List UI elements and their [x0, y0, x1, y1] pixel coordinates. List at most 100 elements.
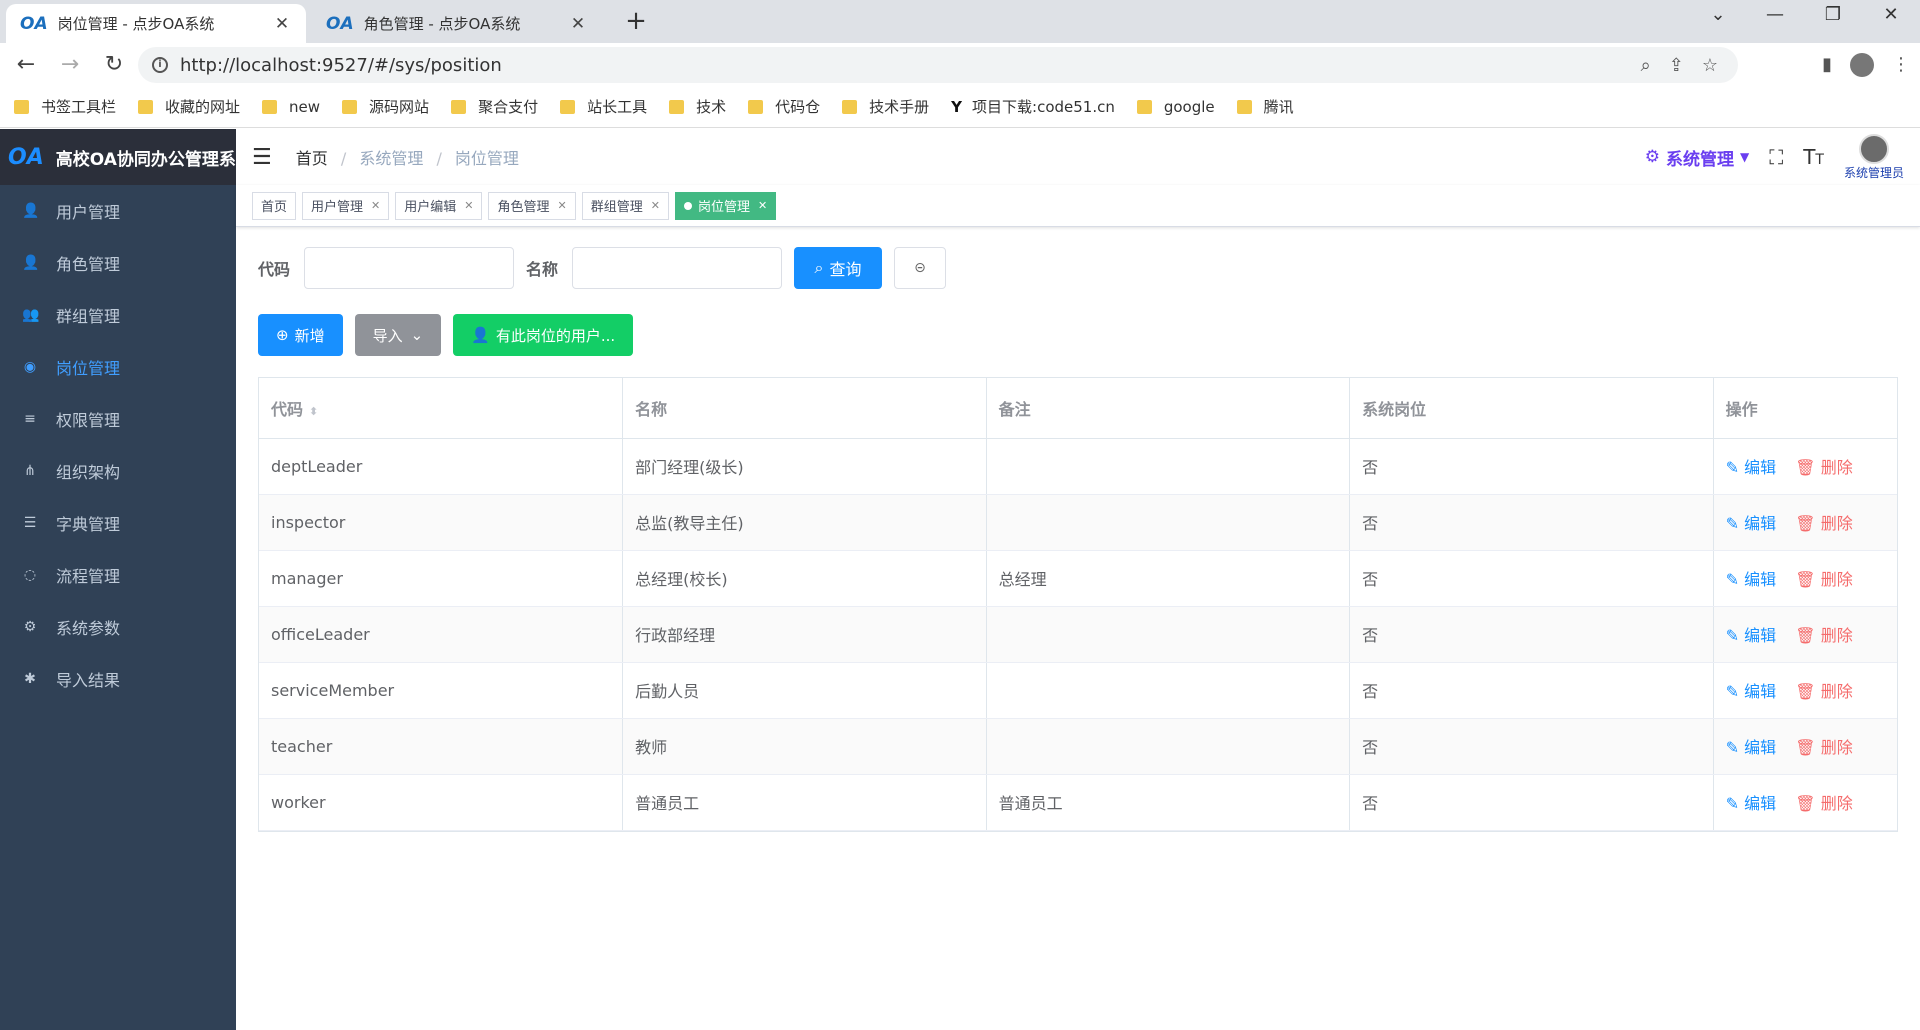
column-header-name: 名称	[622, 378, 987, 439]
tag-view-item[interactable]: 用户编辑 ✕	[395, 191, 483, 220]
bookmark-item[interactable]: 代码仓	[748, 96, 820, 117]
font-size-icon[interactable]: TT	[1803, 145, 1824, 169]
bookmark-item[interactable]: google	[1136, 98, 1215, 116]
bookmark-item[interactable]: Y 项目下载:code51.cn	[951, 96, 1115, 117]
bookmark-item[interactable]: 腾讯	[1236, 96, 1294, 117]
sidebar-item[interactable]: ⚙ 系统参数	[0, 601, 236, 653]
close-tag-icon[interactable]: ✕	[558, 199, 567, 212]
search-icon: ⌕	[814, 258, 824, 277]
delete-button[interactable]: 🗑 删除	[1795, 682, 1852, 701]
site-info-icon[interactable]: i	[152, 57, 168, 73]
close-tag-icon[interactable]: ✕	[371, 199, 380, 212]
forward-icon[interactable]: →	[52, 52, 88, 77]
close-window-button[interactable]: ✕	[1868, 4, 1914, 25]
sidebar-item[interactable]: 👤 角色管理	[0, 237, 236, 289]
app-logo[interactable]: OA 高校OA协同办公管理系统	[0, 129, 253, 185]
sidebar-item[interactable]: ☰ 字典管理	[0, 497, 236, 549]
edit-button[interactable]: ✎ 编辑	[1726, 626, 1777, 645]
edit-label: 编辑	[1744, 626, 1777, 645]
fullscreen-icon[interactable]: ⛶	[1769, 145, 1783, 169]
profile-avatar[interactable]	[1850, 52, 1874, 77]
back-icon[interactable]: ←	[8, 52, 44, 77]
close-tab-icon[interactable]: ✕	[568, 14, 588, 34]
edit-button[interactable]: ✎ 编辑	[1726, 514, 1777, 533]
position-users-button[interactable]: 👤 有此岗位的用户...	[453, 314, 634, 356]
app-root: OA 高校OA协同办公管理系统 👤 用户管理 👤 角色管理 👥 群组管理 ◉ 岗位管理 ≡ 权限管…	[0, 129, 1920, 1030]
oa-favicon-icon: OA	[326, 13, 354, 34]
delete-button[interactable]: 🗑 删除	[1795, 570, 1852, 589]
bookmark-item[interactable]: 技术	[669, 96, 726, 117]
sidebar-item[interactable]: ◌ 流程管理	[0, 549, 236, 601]
tab-search-icon[interactable]: ⌄	[1695, 4, 1741, 25]
sidebar-item[interactable]: 👥 群组管理	[0, 289, 236, 341]
sidebar-item[interactable]: 👤 用户管理	[0, 185, 236, 237]
query-button[interactable]: ⌕ 查询	[794, 247, 883, 289]
edit-button[interactable]: ✎ 编辑	[1726, 738, 1777, 757]
sidebar-item[interactable]: ◉ 岗位管理	[0, 341, 236, 393]
name-label: 名称	[526, 260, 559, 279]
more-menu-icon[interactable]: ⋮	[1892, 54, 1910, 75]
zoom-icon[interactable]: ⌕	[1641, 55, 1651, 76]
minimize-button[interactable]: —	[1752, 4, 1798, 25]
system-menu-dropdown[interactable]: ⚙ 系统管理 ▼	[1645, 145, 1749, 170]
bookmark-item[interactable]: new	[262, 98, 320, 116]
restore-button[interactable]: ❐	[1810, 4, 1856, 25]
delete-button[interactable]: 🗑 删除	[1795, 514, 1852, 533]
gear-icon: ⚙	[1644, 147, 1660, 167]
new-tab-button[interactable]: +	[622, 6, 650, 36]
edit-button[interactable]: ✎ 编辑	[1726, 794, 1777, 813]
side-panel-icon[interactable]: ▮	[1822, 54, 1832, 75]
cell-system: 否	[1349, 438, 1714, 495]
sidebar-item[interactable]: ✱ 导入结果	[0, 653, 236, 705]
tag-view-item[interactable]: 角色管理 ✕	[488, 191, 576, 220]
delete-button[interactable]: 🗑 删除	[1795, 738, 1852, 757]
bookmark-item[interactable]: 站长工具	[560, 96, 647, 117]
sidebar-item[interactable]: ≡ 权限管理	[0, 393, 236, 445]
share-icon[interactable]: ⇪	[1669, 55, 1684, 76]
browser-tab-inactive[interactable]: OA 角色管理 - 点步OA系统 ✕	[312, 4, 602, 43]
folder-icon	[842, 99, 858, 114]
bookmark-item[interactable]: 源码网站	[342, 96, 429, 117]
column-header-code[interactable]: 代码 ⬍	[259, 378, 624, 439]
code-input[interactable]	[304, 247, 515, 289]
bookmark-star-icon[interactable]: ☆	[1702, 55, 1718, 76]
delete-button[interactable]: 🗑 删除	[1795, 626, 1852, 645]
import-dropdown-button[interactable]: 导入 ⌄	[354, 314, 442, 356]
bookmark-item[interactable]: 聚合支付	[451, 96, 538, 117]
breadcrumb-home[interactable]: 首页	[296, 149, 328, 168]
address-bar[interactable]: i http://localhost:9527/#/sys/position ⌕…	[138, 47, 1738, 83]
delete-button[interactable]: 🗑 删除	[1795, 794, 1852, 813]
close-tab-icon[interactable]: ✕	[272, 14, 292, 34]
sidebar: OA 高校OA协同办公管理系统 👤 用户管理 👤 角色管理 👥 群组管理 ◉ 岗位管理 ≡ 权限管…	[0, 129, 253, 1030]
sort-icon[interactable]: ⬍	[309, 405, 318, 418]
reset-button[interactable]: ⊝	[894, 247, 947, 289]
bookmark-item[interactable]: 书签工具栏	[14, 96, 116, 117]
close-tag-icon[interactable]: ✕	[651, 199, 660, 212]
tag-view-item[interactable]: 群组管理 ✕	[581, 191, 669, 220]
role-icon: 👤	[22, 255, 40, 271]
tag-view-item[interactable]: 岗位管理 ✕	[674, 191, 777, 220]
user-dropdown[interactable]: 系统管理员	[1844, 133, 1904, 181]
tag-view-item[interactable]: 用户管理 ✕	[302, 191, 390, 220]
sidebar-item-label: 群组管理	[56, 307, 121, 326]
close-tag-icon[interactable]: ✕	[464, 199, 473, 212]
reload-icon[interactable]: ↻	[96, 52, 132, 77]
edit-button[interactable]: ✎ 编辑	[1726, 570, 1777, 589]
edit-button[interactable]: ✎ 编辑	[1726, 682, 1777, 701]
edit-button[interactable]: ✎ 编辑	[1726, 458, 1777, 477]
name-input[interactable]	[572, 247, 783, 289]
group-icon: 👥	[22, 307, 40, 323]
bookmark-item[interactable]: 收藏的网址	[138, 96, 240, 117]
bookmark-item[interactable]: 技术手册	[842, 96, 929, 117]
close-tag-icon[interactable]: ✕	[758, 199, 767, 212]
hamburger-icon[interactable]: ☰	[252, 145, 272, 170]
delete-button[interactable]: 🗑 删除	[1795, 458, 1852, 477]
navbar: ☰ 首页 / 系统管理 / 岗位管理 ⚙ 系统管理 ▼ ⛶ TT 系统管理员	[236, 129, 1920, 185]
tag-view-item[interactable]: 首页	[252, 191, 297, 220]
add-button[interactable]: ⊕ 新增	[258, 314, 343, 356]
sidebar-item[interactable]: ⋔ 组织架构	[0, 445, 236, 497]
browser-tab-active[interactable]: OA 岗位管理 - 点步OA系统 ✕	[6, 4, 306, 43]
table-row: deptLeader 部门经理(级长) 否 ✎ 编辑 🗑 删除	[259, 438, 1897, 495]
url-text[interactable]: http://localhost:9527/#/sys/position	[180, 55, 502, 76]
sidebar-item-label: 角色管理	[56, 255, 121, 274]
